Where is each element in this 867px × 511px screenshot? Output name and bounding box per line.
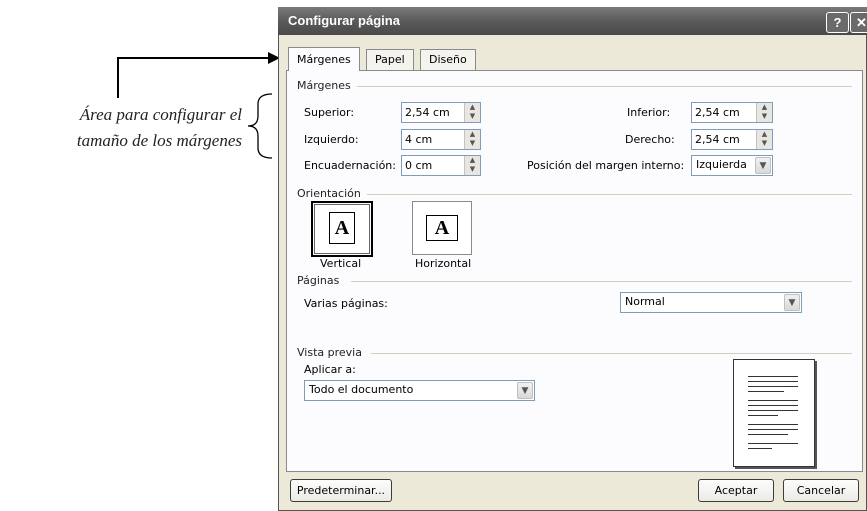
encuadernacion-input[interactable] — [402, 156, 466, 175]
chevron-down-icon[interactable]: ▼ — [784, 294, 800, 311]
preview-line — [748, 400, 798, 401]
tab-diseno[interactable]: Diseño — [420, 49, 476, 70]
derecho-spin[interactable]: ▲▼ — [691, 129, 773, 150]
landscape-page-icon: A — [426, 215, 458, 241]
preview-line — [748, 429, 798, 430]
section-divider — [367, 194, 852, 195]
encuadernacion-spin[interactable]: ▲▼ — [401, 155, 481, 176]
derecho-input[interactable] — [692, 130, 756, 149]
aceptar-button[interactable]: Aceptar — [698, 479, 774, 502]
inferior-spin[interactable]: ▲▼ — [691, 102, 773, 123]
superior-spin[interactable]: ▲▼ — [401, 102, 481, 123]
varias-paginas-select[interactable]: Normal ▼ — [620, 292, 802, 313]
spin-arrows-icon[interactable]: ▲ ▼ — [464, 103, 480, 122]
predeterminar-button[interactable]: Predeterminar... — [290, 479, 392, 502]
varias-paginas-value: Normal — [625, 295, 665, 308]
dialog-title: Configurar página — [288, 13, 400, 28]
close-button[interactable]: ✕ — [850, 12, 867, 33]
inferior-input[interactable] — [692, 103, 756, 122]
posicion-margen-value: Izquierda — [696, 158, 747, 171]
preview-line — [748, 448, 772, 449]
preview-line — [748, 391, 784, 392]
section-title-vista-previa: Vista previa — [297, 346, 362, 359]
page-setup-dialog: Configurar página ? ✕ Márgenes Papel Dis… — [278, 7, 867, 511]
section-divider — [351, 281, 852, 282]
chevron-down-icon[interactable]: ▼ — [755, 157, 771, 174]
vertical-label: Vertical — [320, 257, 362, 270]
orientation-horizontal-button[interactable]: A — [412, 201, 472, 255]
varias-paginas-label: Varias páginas: — [304, 297, 388, 310]
tab-panel-margenes: Márgenes Superior: ▲▼ Izquierdo: ▲▼ Encu… — [286, 70, 863, 472]
help-button[interactable]: ? — [826, 12, 849, 33]
posicion-margen-label: Posición del margen interno: — [527, 159, 685, 172]
superior-input[interactable] — [402, 103, 466, 122]
section-divider — [371, 353, 852, 354]
page-preview — [733, 359, 815, 467]
orientation-vertical-button[interactable]: A — [311, 201, 373, 257]
spin-arrows-icon[interactable]: ▲ ▼ — [756, 103, 772, 122]
encuadernacion-label: Encuadernación: — [304, 159, 396, 172]
inferior-label: Inferior: — [627, 106, 671, 119]
chevron-down-icon[interactable]: ▼ — [517, 382, 533, 399]
section-divider — [357, 86, 852, 87]
aplicar-label: Aplicar a: — [304, 363, 356, 376]
superior-label: Superior: — [304, 106, 355, 119]
annotation-line-2: tamaño de los márgenes — [76, 131, 242, 150]
spin-arrows-icon[interactable]: ▲ ▼ — [464, 130, 480, 149]
section-title-orientacion: Orientación — [297, 187, 361, 200]
tab-margenes[interactable]: Márgenes — [288, 47, 360, 71]
cancelar-button[interactable]: Cancelar — [783, 479, 859, 502]
preview-line — [748, 376, 798, 377]
derecho-label: Derecho: — [625, 133, 675, 146]
aplicar-select[interactable]: Todo el documento ▼ — [304, 380, 535, 401]
horizontal-label: Horizontal — [415, 257, 472, 270]
preview-line — [748, 443, 798, 444]
title-bar: Configurar página ? ✕ — [278, 7, 867, 35]
portrait-page-icon: A — [329, 212, 355, 244]
izquierdo-input[interactable] — [402, 130, 466, 149]
annotation-text: Área para configurar el tamaño de los má… — [6, 102, 242, 154]
preview-line — [748, 405, 798, 406]
preview-line — [748, 415, 778, 416]
section-title-paginas: Páginas — [297, 274, 340, 287]
section-title-margenes: Márgenes — [297, 79, 351, 92]
annotation-line-1: Área para configurar el — [79, 105, 242, 124]
preview-line — [748, 434, 788, 435]
preview-line — [748, 386, 798, 387]
preview-line — [748, 410, 798, 411]
aplicar-value: Todo el documento — [309, 383, 414, 396]
tab-papel[interactable]: Papel — [366, 49, 414, 70]
spin-arrows-icon[interactable]: ▲ ▼ — [756, 130, 772, 149]
spin-arrows-icon[interactable]: ▲ ▼ — [464, 156, 480, 175]
preview-line — [748, 381, 798, 382]
preview-line — [748, 424, 798, 425]
izquierdo-spin[interactable]: ▲▼ — [401, 129, 481, 150]
posicion-margen-select[interactable]: Izquierda ▼ — [691, 155, 773, 176]
izquierdo-label: Izquierdo: — [304, 133, 359, 146]
